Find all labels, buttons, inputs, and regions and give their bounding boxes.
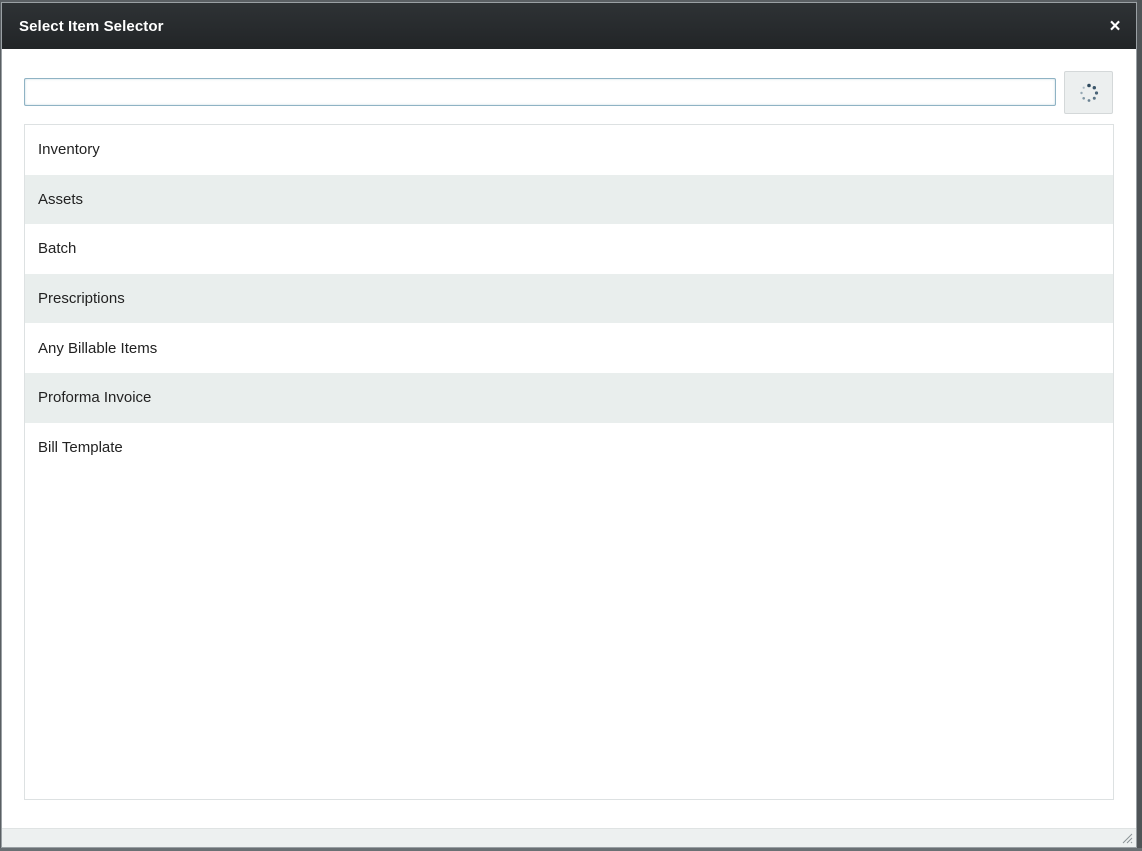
list-item-assets[interactable]: Assets	[25, 174, 1113, 225]
dialog-titlebar[interactable]: Select Item Selector ×	[2, 3, 1136, 49]
background-edge	[1137, 0, 1142, 851]
dialog-body: Inventory Assets Batch Prescriptions Any…	[2, 49, 1136, 829]
dialog-footer	[2, 828, 1136, 847]
item-list: Inventory Assets Batch Prescriptions Any…	[24, 124, 1114, 800]
item-selector-dialog: Select Item Selector × Inventory Assets …	[1, 2, 1137, 848]
dialog-title: Select Item Selector	[19, 17, 164, 35]
list-item-inventory[interactable]: Inventory	[25, 125, 1113, 175]
list-item-label: Prescriptions	[38, 290, 125, 308]
close-button[interactable]: ×	[1106, 15, 1124, 37]
list-item-batch[interactable]: Batch	[25, 224, 1113, 274]
list-item-proforma-invoice[interactable]: Proforma Invoice	[25, 372, 1113, 423]
search-button[interactable]	[1064, 71, 1113, 114]
list-item-label: Any Billable Items	[38, 339, 158, 357]
list-item-label: Assets	[38, 190, 84, 208]
list-item-any-billable-items[interactable]: Any Billable Items	[25, 323, 1113, 373]
list-item-label: Proforma Invoice	[38, 389, 152, 407]
close-icon: ×	[1109, 15, 1121, 37]
list-item-label: Bill Template	[38, 438, 123, 456]
list-item-label: Inventory	[38, 141, 100, 159]
search-input[interactable]	[24, 78, 1056, 106]
list-item-label: Batch	[38, 240, 77, 258]
list-item-bill-template[interactable]: Bill Template	[25, 423, 1113, 473]
list-item-prescriptions[interactable]: Prescriptions	[25, 273, 1113, 324]
resize-grip-icon[interactable]	[1121, 832, 1133, 844]
loading-spinner-icon	[1079, 83, 1098, 102]
